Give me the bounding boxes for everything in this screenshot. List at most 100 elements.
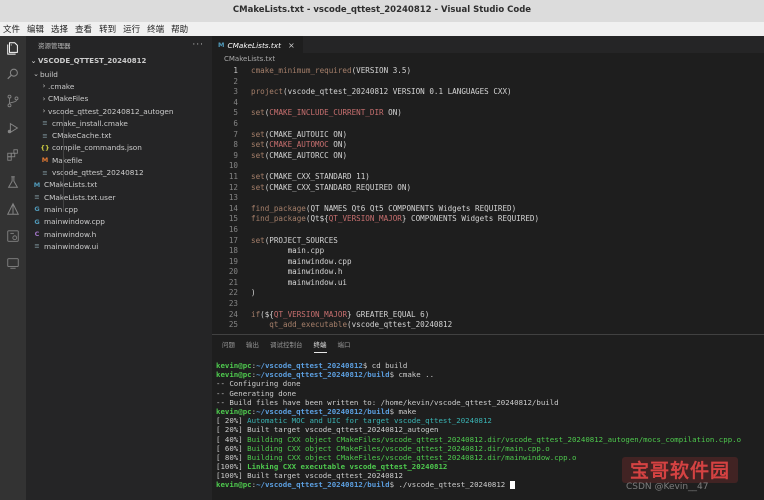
menu-item-4[interactable]: 转到 xyxy=(99,23,116,35)
menu-item-6[interactable]: 终端 xyxy=(147,23,164,35)
menu-item-7[interactable]: 帮助 xyxy=(171,23,188,35)
remote-icon[interactable] xyxy=(5,228,21,244)
code-line[interactable]: 24 if(${QT_VERSION_MAJOR} GREATER_EQUAL 6… xyxy=(212,310,764,321)
code-line[interactable]: 23 xyxy=(212,299,764,310)
code-text: cmake_minimum_required(VERSION 3.5) xyxy=(251,66,412,75)
tree-item[interactable]: M CMakeLists.txt xyxy=(26,179,212,191)
project-section[interactable]: ⌄ VSCODE_QTTEST_20240812 xyxy=(26,54,212,68)
tree-item[interactable]: › vscode_qttest_20240812_autogen xyxy=(26,105,212,117)
code-line[interactable]: 18 main.cpp xyxy=(212,246,764,257)
code-line[interactable]: 14 find_package(QT NAMES Qt6 Qt5 COMPONEN… xyxy=(212,204,764,215)
code-line[interactable]: 17 set(PROJECT_SOURCES xyxy=(212,236,764,247)
line-number: 5 xyxy=(233,108,238,118)
tree-item[interactable]: ≡ vscode_qttest_20240812 xyxy=(26,166,212,178)
terminal-icon[interactable] xyxy=(5,255,21,271)
testing-icon[interactable] xyxy=(5,174,21,190)
files-icon[interactable] xyxy=(5,40,21,56)
tree-item[interactable]: ≡ CMakeLists.txt.user xyxy=(26,191,212,203)
close-icon[interactable]: × xyxy=(288,41,295,50)
line-number: 24 xyxy=(228,309,238,319)
line-number: 3 xyxy=(233,87,238,97)
code-line[interactable]: 7 set(CMAKE_AUTOUIC ON) xyxy=(212,130,764,141)
code-line[interactable]: 6 xyxy=(212,119,764,130)
extensions-icon[interactable] xyxy=(5,147,21,163)
panel-tab[interactable]: 输出 xyxy=(246,335,259,353)
code-line[interactable]: 8 set(CMAKE_AUTOMOC ON) xyxy=(212,140,764,151)
menu-item-2[interactable]: 选择 xyxy=(51,23,68,35)
panel-tab[interactable]: 端口 xyxy=(338,335,351,353)
search-icon[interactable] xyxy=(5,66,21,82)
terminal-line: -- Generating done xyxy=(216,388,297,398)
activity-bar xyxy=(0,36,26,500)
code-editor[interactable]: 1 cmake_minimum_required(VERSION 3.5) 2 3 pr… xyxy=(212,66,764,331)
code-line[interactable]: 25 qt_add_executable(vscode_qttest_20240… xyxy=(212,320,764,331)
panel-tab[interactable]: 问题 xyxy=(222,335,235,353)
line-number: 7 xyxy=(233,129,238,139)
tree-item-label: CMakeFiles xyxy=(48,94,89,104)
source-control-icon[interactable] xyxy=(5,93,21,109)
code-line[interactable]: 12 set(CMAKE_CXX_STANDARD_REQUIRED ON) xyxy=(212,183,764,194)
terminal-cursor xyxy=(509,481,515,490)
tree-item[interactable]: {} compile_commands.json xyxy=(26,142,212,154)
code-line[interactable]: 22) xyxy=(212,288,764,299)
code-line[interactable]: 1 cmake_minimum_required(VERSION 3.5) xyxy=(212,66,764,77)
tree-item[interactable]: Gmain.cpp xyxy=(26,203,212,215)
tab-cmakelists[interactable]: M CMakeLists.txt × xyxy=(212,36,303,53)
menu-item-0[interactable]: 文件 xyxy=(3,23,20,35)
tree-item[interactable]: M Makefile xyxy=(26,154,212,166)
tree-item[interactable]: › CMakeFiles xyxy=(26,93,212,105)
code-line[interactable]: 2 xyxy=(212,77,764,88)
project-name: VSCODE_QTTEST_20240812 xyxy=(38,57,147,65)
code-line[interactable]: 4 xyxy=(212,98,764,109)
line-number: 10 xyxy=(228,161,238,171)
code-text: main.cpp xyxy=(251,246,325,256)
tree-item[interactable]: ≡ cmake_install.cmake xyxy=(26,117,212,129)
tree-item-label: mainwindow.cpp xyxy=(44,217,105,227)
tree-item-label: CMakeLists.txt.user xyxy=(44,192,116,202)
code-line[interactable]: 19 mainwindow.cpp xyxy=(212,257,764,268)
run-debug-icon[interactable] xyxy=(5,120,21,136)
terminal-line: [ 20%] Automatic MOC and UIC for target … xyxy=(216,416,492,426)
code-line[interactable]: 15 find_package(Qt${QT_VERSION_MAJOR} COM… xyxy=(212,214,764,225)
code-line[interactable]: 13 xyxy=(212,193,764,204)
tree-item[interactable]: ≡ mainwindow.ui xyxy=(26,240,212,252)
breadcrumb-file[interactable]: CMakeLists.txt xyxy=(224,55,275,63)
line-number: 19 xyxy=(228,256,238,266)
panel-tab[interactable]: 调试控制台 xyxy=(270,335,303,353)
tree-item[interactable]: Gmainwindow.cpp xyxy=(26,216,212,228)
breadcrumb[interactable]: CMakeLists.txt xyxy=(212,53,764,64)
file-type-icon: ≡ xyxy=(42,119,48,128)
panel-tab[interactable]: 终端 xyxy=(313,335,327,353)
code-line[interactable]: 10 xyxy=(212,161,764,172)
tree-item[interactable]: Cmainwindow.h xyxy=(26,228,212,240)
line-number: 6 xyxy=(233,118,238,128)
tree-item[interactable]: ⌄ build xyxy=(26,68,212,80)
code-line[interactable]: 3 project(vscode_qttest_20240812 VERSION … xyxy=(212,87,764,98)
tree-item-label: .cmake xyxy=(48,81,75,91)
code-text: mainwindow.cpp xyxy=(251,256,352,266)
code-line[interactable]: 21 mainwindow.ui xyxy=(212,278,764,289)
more-actions-icon[interactable]: ··· xyxy=(192,40,204,50)
window-title: CMakeLists.txt - vscode_qttest_20240812 … xyxy=(232,5,532,15)
editor-area: M CMakeLists.txt × CMakeLists.txt 1 cmake… xyxy=(212,36,764,334)
line-number: 8 xyxy=(233,140,238,150)
tree-item-label: vscode_qttest_20240812 xyxy=(52,168,144,178)
cmake-icon[interactable] xyxy=(5,201,21,217)
tree-item[interactable]: › .cmake xyxy=(26,80,212,92)
line-number: 14 xyxy=(228,203,238,213)
tree-item[interactable]: ≡ CMakeCache.txt xyxy=(26,129,212,141)
code-line[interactable]: 11 set(CMAKE_CXX_STANDARD 11) xyxy=(212,172,764,183)
menu-item-5[interactable]: 运行 xyxy=(123,23,140,35)
code-line[interactable]: 20 mainwindow.h xyxy=(212,267,764,278)
terminal-line: kevin@pc:~/vscode_qttest_20240812/build$… xyxy=(216,370,439,380)
line-number: 9 xyxy=(233,150,238,160)
menu-item-1[interactable]: 编辑 xyxy=(27,23,44,35)
tree-item-label: mainwindow.ui xyxy=(44,241,99,251)
code-text: set(CMAKE_INCLUDE_CURRENT_DIR ON) xyxy=(251,108,402,118)
menu-item-3[interactable]: 查看 xyxy=(75,23,92,35)
code-line[interactable]: 5 set(CMAKE_INCLUDE_CURRENT_DIR ON) xyxy=(212,108,764,119)
line-number: 2 xyxy=(233,76,238,86)
code-line[interactable]: 9 set(CMAKE_AUTORCC ON) xyxy=(212,151,764,162)
code-line[interactable]: 16 xyxy=(212,225,764,236)
